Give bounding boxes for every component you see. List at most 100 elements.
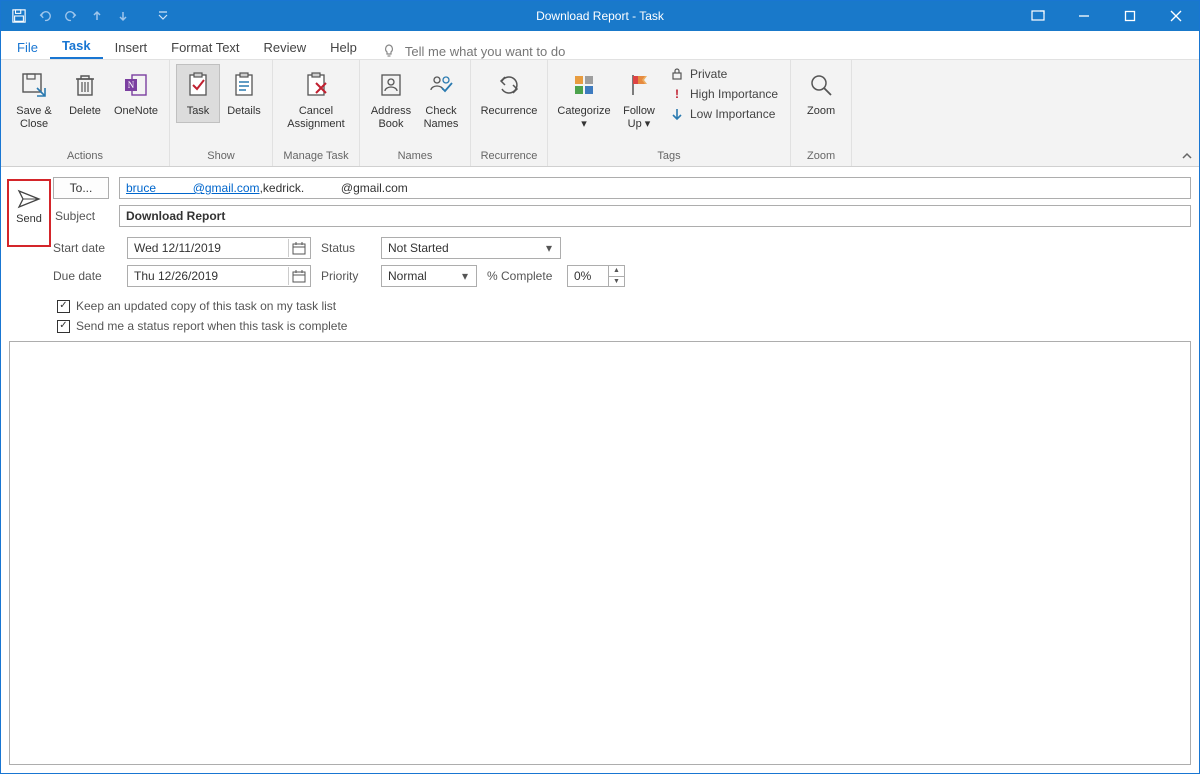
calendar-icon[interactable] [288, 267, 308, 285]
details-clipboard-icon [228, 69, 260, 101]
calendar-icon[interactable] [288, 239, 308, 257]
zoom-icon [805, 69, 837, 101]
tab-help[interactable]: Help [318, 34, 369, 59]
task-form: Send To... bruce @gmail.com, kedrick. @g… [1, 167, 1199, 337]
chevron-down-icon: ▾ [456, 267, 474, 285]
high-importance-button[interactable]: ! High Importance [668, 86, 780, 102]
delete-button[interactable]: Delete [63, 64, 107, 123]
send-button[interactable]: Send [7, 179, 51, 247]
pct-complete-field[interactable]: 0% ▲▼ [567, 265, 625, 287]
group-recurrence: Recurrence Recurrence [471, 60, 548, 166]
subject-field[interactable]: Download Report [119, 205, 1191, 227]
group-show: Task Details Show [170, 60, 273, 166]
status-combo[interactable]: Not Started ▾ [381, 237, 561, 259]
quick-access-toolbar [1, 8, 171, 24]
tab-review[interactable]: Review [252, 34, 319, 59]
tab-format-text[interactable]: Format Text [159, 34, 251, 59]
chevron-down-icon: ▾ [540, 239, 558, 257]
send-icon [17, 189, 41, 209]
group-show-label: Show [207, 150, 235, 164]
status-label: Status [321, 241, 371, 255]
priority-combo[interactable]: Normal ▾ [381, 265, 477, 287]
group-manage-label: Manage Task [283, 150, 348, 164]
task-window: Download Report - Task File Task Insert … [0, 0, 1200, 774]
start-date-field[interactable]: Wed 12/11/2019 [127, 237, 311, 259]
group-names: Address Book Check Names Names [360, 60, 471, 166]
save-icon[interactable] [11, 8, 27, 24]
flag-icon [623, 69, 655, 101]
save-close-icon [18, 69, 50, 101]
group-zoom-label: Zoom [807, 150, 835, 164]
priority-label: Priority [321, 269, 371, 283]
recipient-1[interactable]: bruce @gmail.com [126, 181, 260, 195]
private-button[interactable]: Private [668, 66, 780, 82]
recurrence-icon [493, 69, 525, 101]
categorize-icon [568, 69, 600, 101]
delete-icon [69, 69, 101, 101]
follow-up-button[interactable]: Follow Up ▾ [616, 64, 662, 135]
check-names-icon [425, 69, 457, 101]
down-arrow-icon [670, 107, 684, 121]
pct-complete-label: % Complete [487, 269, 557, 283]
ribbon-tabs: File Task Insert Format Text Review Help… [1, 31, 1199, 59]
svg-text:N: N [128, 80, 135, 90]
status-report-checkbox[interactable]: ✓ [57, 320, 70, 333]
window-controls [1015, 1, 1199, 31]
tab-file[interactable]: File [5, 34, 50, 59]
tags-sublist: Private ! High Importance Low Importance [664, 64, 784, 124]
start-date-label: Start date [53, 241, 117, 255]
tell-me-search[interactable]: Tell me what you want to do [381, 43, 565, 59]
group-tags: Categorize▾ Follow Up ▾ Private ! Hig [548, 60, 791, 166]
address-book-button[interactable]: Address Book [366, 64, 416, 135]
save-close-button[interactable]: Save & Close [7, 64, 61, 135]
details-view-button[interactable]: Details [222, 64, 266, 123]
prev-icon[interactable] [89, 8, 105, 24]
due-date-field[interactable]: Thu 12/26/2019 [127, 265, 311, 287]
address-book-icon [375, 69, 407, 101]
group-manage-task: Cancel Assignment Manage Task [273, 60, 360, 166]
due-date-label: Due date [53, 269, 117, 283]
zoom-button[interactable]: Zoom [797, 64, 845, 123]
onenote-button[interactable]: N OneNote [109, 64, 163, 123]
qat-customize-icon[interactable] [155, 8, 171, 24]
task-view-button[interactable]: Task [176, 64, 220, 123]
exclamation-icon: ! [670, 87, 684, 101]
to-button[interactable]: To... [53, 177, 109, 199]
cancel-assignment-button[interactable]: Cancel Assignment [279, 64, 353, 135]
low-importance-button[interactable]: Low Importance [668, 106, 780, 122]
lightbulb-icon [381, 43, 397, 59]
lock-icon [670, 67, 684, 81]
maximize-button[interactable] [1107, 1, 1153, 31]
keep-copy-label: Keep an updated copy of this task on my … [76, 299, 336, 313]
tab-insert[interactable]: Insert [103, 34, 160, 59]
tab-task[interactable]: Task [50, 32, 103, 59]
group-zoom: Zoom Zoom [791, 60, 852, 166]
undo-icon[interactable] [37, 8, 53, 24]
redo-icon[interactable] [63, 8, 79, 24]
recipient-2: kedrick. @gmail.com [263, 181, 408, 195]
collapse-ribbon-icon[interactable] [1181, 150, 1193, 162]
cancel-assignment-icon [300, 69, 332, 101]
group-actions: Save & Close Delete N OneNote Actions [1, 60, 170, 166]
categorize-button[interactable]: Categorize▾ [554, 64, 614, 135]
ribbon: Save & Close Delete N OneNote Actions [1, 59, 1199, 167]
group-actions-label: Actions [67, 150, 103, 164]
to-field[interactable]: bruce @gmail.com, kedrick. @gmail.com [119, 177, 1191, 199]
close-button[interactable] [1153, 1, 1199, 31]
tell-me-label: Tell me what you want to do [405, 44, 565, 59]
titlebar: Download Report - Task [1, 1, 1199, 31]
recurrence-button[interactable]: Recurrence [477, 64, 541, 123]
minimize-button[interactable] [1061, 1, 1107, 31]
group-tags-label: Tags [657, 150, 680, 164]
check-names-button[interactable]: Check Names [418, 64, 464, 135]
group-recurrence-label: Recurrence [481, 150, 538, 164]
task-clipboard-icon [182, 69, 214, 101]
onenote-icon: N [120, 69, 152, 101]
next-icon[interactable] [115, 8, 131, 24]
group-names-label: Names [398, 150, 433, 164]
spinner-arrows[interactable]: ▲▼ [608, 266, 624, 286]
task-body-editor[interactable] [9, 341, 1191, 765]
keep-copy-checkbox[interactable]: ✓ [57, 300, 70, 313]
subject-label: Subject [53, 209, 109, 223]
ribbon-display-icon[interactable] [1015, 1, 1061, 31]
